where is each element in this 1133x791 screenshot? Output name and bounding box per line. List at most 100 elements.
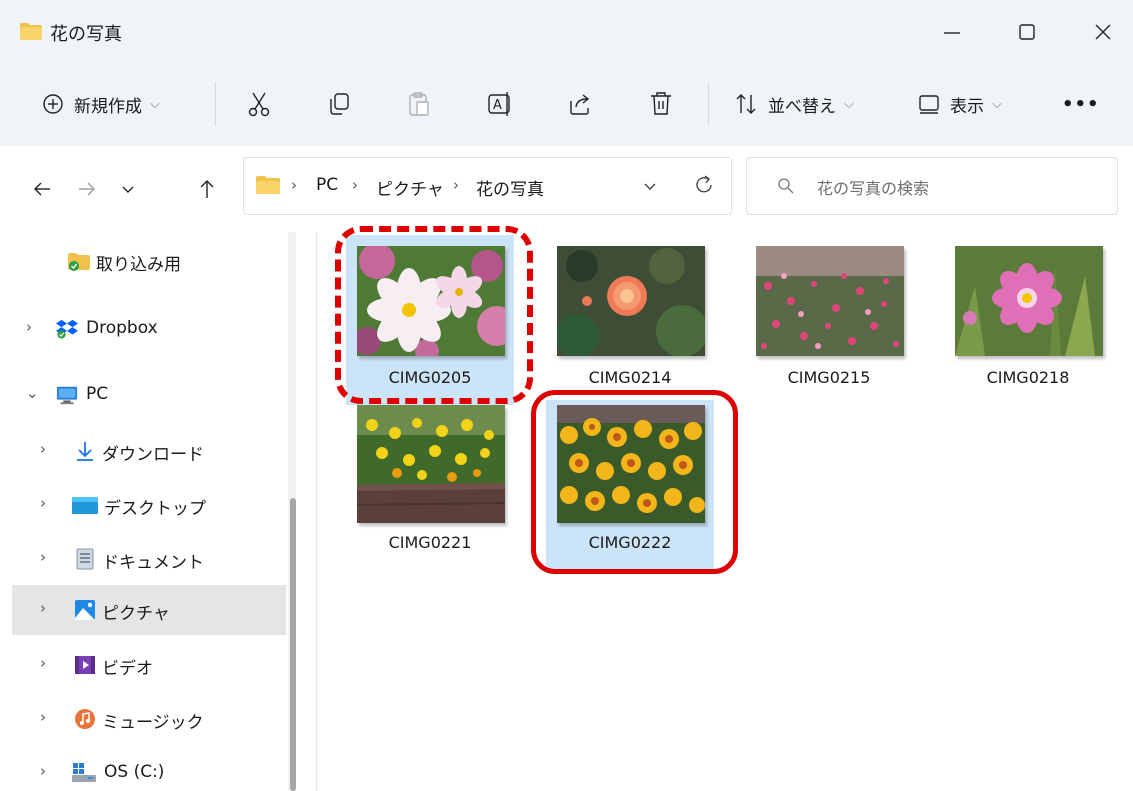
chevron-right-icon[interactable]: › [26, 318, 32, 336]
photo-thumbnail [357, 405, 505, 523]
refresh-icon[interactable] [693, 174, 715, 196]
photo-thumbnail [955, 246, 1103, 356]
up-button[interactable] [190, 172, 224, 206]
back-button[interactable] [25, 172, 59, 206]
trash-icon [651, 92, 671, 115]
view-button[interactable]: 表示 ⌵ [918, 62, 1002, 146]
chevron-right-icon[interactable]: › [40, 708, 46, 726]
videos-icon [75, 656, 95, 674]
share-icon [570, 94, 590, 115]
download-icon [77, 442, 93, 461]
sidebar-item-os-drive[interactable]: › OS (C:) [12, 748, 286, 791]
sidebar-item-label: ドキュメント [102, 553, 204, 573]
title-bar: 花の写真 [0, 0, 1133, 62]
delete-button[interactable] [649, 62, 673, 146]
paste-button[interactable] [407, 62, 431, 146]
search-icon [778, 178, 794, 194]
sidebar-item-label: PC [86, 384, 109, 404]
desktop-icon [72, 497, 98, 514]
cut-button[interactable] [247, 62, 271, 146]
copy-icon [330, 93, 349, 115]
sidebar-item-label: Dropbox [86, 318, 158, 338]
photo-thumbnail [557, 246, 705, 356]
chevron-right-icon[interactable]: › [40, 762, 46, 780]
sidebar-item-pictures[interactable]: › ピクチャ [12, 585, 286, 635]
new-button[interactable]: 新規作成 ⌵ [42, 62, 160, 146]
breadcrumb-pc[interactable]: PC [316, 175, 338, 195]
sidebar-item-pc[interactable]: ⌄ PC [12, 370, 286, 420]
view-icon [919, 95, 939, 114]
chevron-right-icon[interactable]: › [40, 548, 46, 566]
close-button[interactable] [1073, 10, 1133, 54]
address-bar[interactable]: › PC › ピクチャ › 花の写真 [243, 157, 732, 215]
breadcrumb-flower-photos[interactable]: 花の写真 [476, 175, 544, 200]
breadcrumb-pictures[interactable]: ピクチャ [376, 175, 444, 200]
scissors-icon [248, 92, 270, 117]
file-item[interactable]: CIMG0214 [546, 235, 714, 405]
sort-label: 並べ替え [768, 96, 836, 117]
sidebar-item-videos[interactable]: › ビデオ [12, 640, 286, 690]
forward-button[interactable] [70, 172, 104, 206]
folder-sync-icon [68, 253, 90, 271]
annotation-solid-highlight [531, 390, 738, 574]
file-item[interactable]: CIMG0221 [346, 400, 514, 570]
chevron-right-icon[interactable]: › [40, 599, 46, 617]
file-item[interactable]: CIMG0218 [944, 235, 1112, 405]
plus-circle-icon [43, 94, 63, 114]
window-title: 花の写真 [50, 24, 122, 45]
view-label: 表示 [950, 96, 984, 117]
file-name: CIMG0215 [787, 368, 871, 387]
sidebar-item-label: 取り込み用 [96, 255, 181, 275]
sidebar-item-downloads[interactable]: › ダウンロード [12, 426, 286, 476]
toolbar-divider [215, 82, 216, 126]
pictures-icon [75, 600, 95, 620]
sidebar-item-import[interactable]: 取り込み用 [12, 236, 286, 286]
minimize-button[interactable] [922, 10, 982, 54]
search-placeholder: 花の写真の検索 [817, 179, 930, 198]
paste-icon [409, 92, 429, 116]
sidebar-item-dropbox[interactable]: › Dropbox [12, 304, 286, 354]
dropbox-icon [56, 319, 78, 339]
chevron-down-icon[interactable] [642, 178, 658, 194]
share-button[interactable] [567, 62, 593, 146]
chevron-right-icon[interactable]: › [40, 654, 46, 672]
file-name: CIMG0221 [388, 533, 472, 552]
breadcrumb-separator: › [291, 176, 297, 194]
folder-icon [256, 176, 280, 194]
pc-icon [56, 386, 78, 405]
pane-divider[interactable] [316, 232, 317, 791]
more-icon: ••• [1062, 93, 1100, 115]
svg-text:A: A [493, 98, 502, 113]
chevron-right-icon[interactable]: › [40, 440, 46, 458]
copy-button[interactable] [327, 62, 351, 146]
sidebar-item-label: ミュージック [102, 713, 204, 733]
sidebar-item-music[interactable]: › ミュージック [12, 694, 286, 744]
sidebar-item-desktop[interactable]: › デスクトップ [12, 480, 286, 530]
chevron-down-icon: ⌵ [844, 96, 854, 112]
arrow-up-icon [200, 180, 214, 198]
file-item[interactable]: CIMG0215 [745, 235, 913, 405]
maximize-icon [1019, 24, 1035, 40]
more-options-button[interactable]: ••• [1062, 62, 1100, 146]
arrow-left-icon [34, 182, 50, 196]
sort-icon [736, 94, 756, 114]
chevron-right-icon[interactable]: › [40, 494, 46, 512]
sort-button[interactable]: 並べ替え ⌵ [734, 62, 854, 146]
search-input[interactable]: 花の写真の検索 [746, 157, 1118, 215]
sidebar-item-label: ダウンロード [102, 445, 204, 465]
file-name: CIMG0218 [986, 368, 1070, 387]
minimize-icon [944, 32, 960, 34]
sidebar-item-label: ビデオ [102, 659, 153, 679]
command-bar: 新規作成 ⌵ A 並べ替え ⌵ 表示 ⌵ ••• [0, 62, 1133, 147]
recent-locations-button[interactable] [111, 172, 145, 206]
music-icon [75, 709, 95, 729]
chevron-down-icon[interactable]: ⌄ [26, 384, 39, 402]
rename-icon: A [488, 92, 510, 116]
file-explorer-window: 花の写真 新規作成 ⌵ A 並べ替え ⌵ 表示 ⌵ ••• › PC › ピクチ… [0, 0, 1133, 791]
rename-button[interactable]: A [487, 62, 515, 146]
chevron-down-icon: ⌵ [992, 96, 1002, 112]
sidebar-scroll-thumb[interactable] [290, 498, 296, 791]
maximize-button[interactable] [997, 10, 1057, 54]
sidebar-item-documents[interactable]: › ドキュメント [12, 534, 286, 584]
arrow-right-icon [79, 182, 95, 196]
